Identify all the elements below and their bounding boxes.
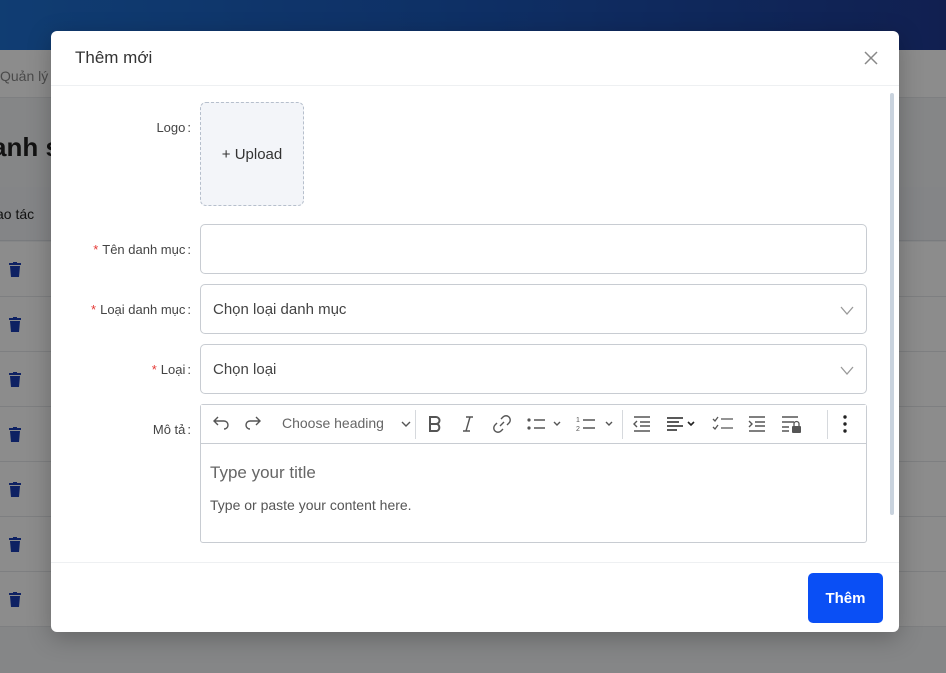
description-label: Mô tả: — [152, 422, 191, 437]
toolbar-divider — [415, 410, 416, 439]
numbered-list-button[interactable]: 12 — [576, 414, 616, 434]
close-icon — [864, 51, 878, 65]
undo-button[interactable] — [211, 414, 231, 434]
redo-button[interactable] — [243, 414, 263, 434]
restricted-editing-button[interactable] — [781, 414, 803, 434]
todo-list-button[interactable] — [712, 414, 734, 434]
redo-icon — [245, 416, 261, 430]
logo-upload-button[interactable]: + Upload — [200, 102, 304, 206]
lock-list-icon — [782, 416, 801, 433]
svg-text:1: 1 — [576, 417, 580, 424]
chevron-down-icon — [840, 306, 854, 315]
more-options-button[interactable] — [840, 414, 850, 434]
link-button[interactable] — [492, 414, 512, 434]
bold-button[interactable] — [425, 414, 445, 434]
align-button[interactable] — [666, 414, 702, 434]
toolbar-divider — [622, 410, 623, 439]
heading-dropdown[interactable]: Choose heading — [282, 415, 412, 431]
modal-scrollbar[interactable] — [890, 93, 894, 515]
category-type-select[interactable]: Chọn loại danh mục — [200, 284, 867, 334]
description-editor: Choose heading 12 Type your title Type o… — [200, 404, 867, 543]
link-icon — [493, 415, 511, 433]
editor-content-placeholder[interactable]: Type or paste your content here. — [210, 497, 412, 513]
chevron-down-icon — [401, 421, 411, 428]
svg-text:2: 2 — [576, 426, 580, 433]
toolbar-divider — [827, 410, 828, 439]
more-vertical-icon — [843, 415, 847, 433]
modal-title: Thêm mới — [75, 48, 153, 67]
indent-icon — [748, 416, 765, 432]
italic-icon — [463, 416, 473, 432]
modal-body: Logo: + Upload * Tên danh mục: * Loại danh… — [51, 86, 899, 561]
editor-title-placeholder[interactable]: Type your title — [210, 463, 316, 483]
numbered-list-icon: 12 — [576, 417, 613, 433]
bold-icon — [429, 416, 441, 432]
bulleted-list-button[interactable] — [526, 414, 562, 434]
logo-label: Logo: — [156, 120, 191, 135]
type-value: Chọn loại — [213, 361, 277, 378]
indent-button[interactable] — [747, 414, 767, 434]
todo-list-icon — [712, 416, 733, 430]
category-type-value: Chọn loại danh mục — [213, 301, 347, 318]
modal-footer: Thêm — [51, 562, 899, 632]
editor-toolbar: Choose heading 12 — [201, 405, 866, 444]
bulleted-list-icon — [527, 418, 561, 430]
type-select[interactable]: Chọn loại — [200, 344, 867, 394]
category-type-label: * Loại danh mục: — [91, 302, 191, 317]
outdent-button[interactable] — [632, 414, 652, 434]
align-left-icon — [667, 417, 695, 431]
type-label: * Loại: — [151, 362, 191, 377]
modal-header: Thêm mới — [51, 31, 899, 86]
undo-icon — [213, 416, 229, 430]
category-name-label: * Tên danh mục: — [93, 242, 191, 257]
add-button[interactable]: Thêm — [808, 573, 883, 623]
chevron-down-icon — [840, 366, 854, 375]
close-button[interactable] — [861, 48, 881, 68]
category-name-input[interactable] — [200, 224, 867, 274]
italic-button[interactable] — [458, 414, 478, 434]
outdent-icon — [633, 416, 650, 432]
add-new-modal: Thêm mới Logo: + Upload * Tên danh mục: *… — [51, 31, 899, 632]
